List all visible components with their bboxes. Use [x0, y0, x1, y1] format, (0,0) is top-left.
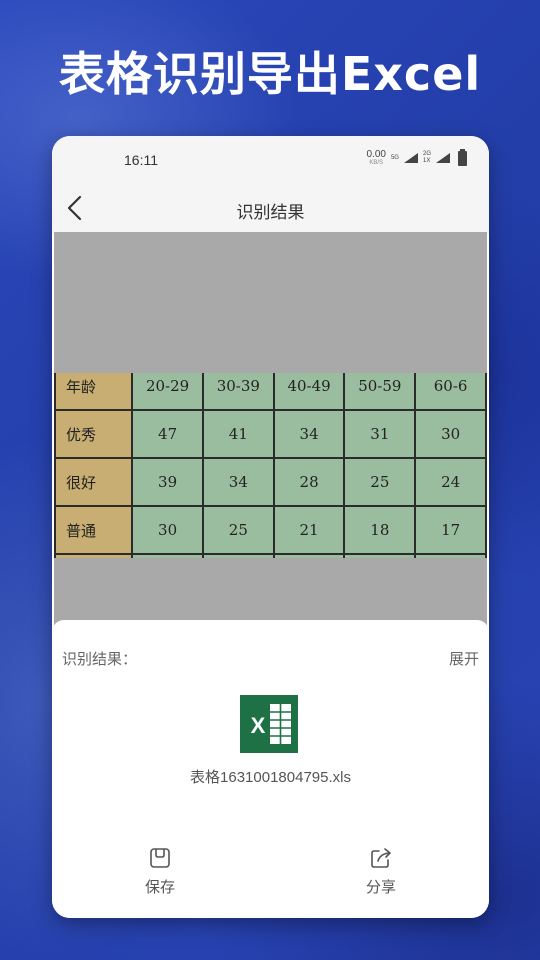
file-name[interactable]: 表格1631001804795.xls [52, 766, 489, 787]
row-header: 年龄 [54, 373, 134, 411]
result-label: 识别结果： [62, 650, 138, 668]
signal-bars-icon [403, 153, 418, 163]
table-cell: 47 [131, 409, 204, 459]
network-speed: 0.00 KB/S [366, 149, 386, 167]
table-cell: 25 [343, 457, 417, 507]
signal-2g-label: 2G 1X [423, 151, 431, 164]
table-photo: 年龄 20-29 30-39 40-49 50-59 60-6 优秀 47 41… [54, 373, 487, 558]
scanned-image-preview: 年龄 20-29 30-39 40-49 50-59 60-6 优秀 47 41… [54, 232, 487, 632]
phone-screen: 16:11 0.00 KB/S 5G 2G 1X 识别结果 年龄 20-29 3… [52, 136, 489, 918]
scanned-table: 年龄 20-29 30-39 40-49 50-59 60-6 优秀 47 41… [54, 373, 487, 558]
save-button[interactable]: 保存 [130, 846, 190, 897]
svg-text:X: X [251, 713, 266, 738]
row-header: 很好 [54, 457, 134, 507]
table-cell: 39 [131, 457, 204, 507]
signal-5g-label: 5G [391, 155, 399, 162]
table-cell: 50-59 [343, 373, 417, 411]
share-icon [371, 848, 391, 868]
expand-button[interactable]: 展开 [449, 648, 479, 669]
battery-icon [458, 148, 467, 166]
table-cell: 60-6 [414, 373, 487, 411]
table-cell: 30-39 [201, 373, 275, 411]
promo-headline: 表格识别导出Excel [58, 47, 482, 101]
save-label: 保存 [144, 878, 175, 896]
table-cell: 34 [272, 409, 346, 459]
table-cell: 41 [201, 409, 275, 459]
status-bar: 16:11 0.00 KB/S 5G 2G 1X [52, 136, 489, 182]
net-speed-value: 0.00 [366, 149, 386, 160]
table-cell [414, 553, 487, 558]
row-header: 优秀 [54, 409, 134, 459]
row-header [54, 553, 134, 558]
table-row: 年龄 20-29 30-39 40-49 50-59 60-6 [54, 373, 487, 411]
row-header: 普通 [54, 505, 134, 555]
table-cell: 17 [414, 505, 487, 555]
signal-2g-text: 2G [422, 151, 431, 158]
table-cell: 24 [414, 457, 487, 507]
excel-file-icon[interactable]: X [240, 695, 298, 753]
share-button[interactable]: 分享 [351, 846, 411, 897]
table-cell: 30 [131, 505, 204, 555]
signal-bars-icon-2 [436, 153, 450, 163]
table-row: 普通 30 25 21 18 17 [54, 505, 487, 555]
table-cell: 21 [272, 505, 346, 555]
status-time: 16:11 [124, 152, 158, 168]
table-cell: 34 [201, 457, 275, 507]
signal-5g-text: 5G [390, 154, 399, 161]
table-row: 优秀 47 41 34 31 30 [54, 409, 487, 459]
table-row: 很好 39 34 28 25 24 [54, 457, 487, 507]
table-cell: 28 [272, 457, 346, 507]
table-cell: 40-49 [272, 373, 346, 411]
table-cell [343, 553, 417, 558]
result-panel: 识别结果： 展开 X 表格1631001804795.xls 保存 分享 [52, 620, 489, 918]
save-icon [150, 848, 170, 868]
nav-bar: 识别结果 [52, 182, 489, 234]
table-cell [272, 553, 346, 558]
share-label: 分享 [365, 878, 396, 896]
table-cell: 25 [201, 505, 275, 555]
status-indicators: 0.00 KB/S 5G 2G 1X [366, 148, 467, 167]
table-cell: 31 [343, 409, 417, 459]
table-cell: 18 [343, 505, 417, 555]
table-cell: 30 [414, 409, 487, 459]
table-cell [201, 553, 275, 558]
table-cell: 20-29 [131, 373, 204, 411]
page-title: 识别结果 [236, 203, 305, 223]
signal-1x-text: 1X [422, 158, 431, 164]
net-speed-unit: KB/S [369, 160, 384, 166]
table-row [54, 553, 487, 558]
table-cell [131, 553, 204, 558]
